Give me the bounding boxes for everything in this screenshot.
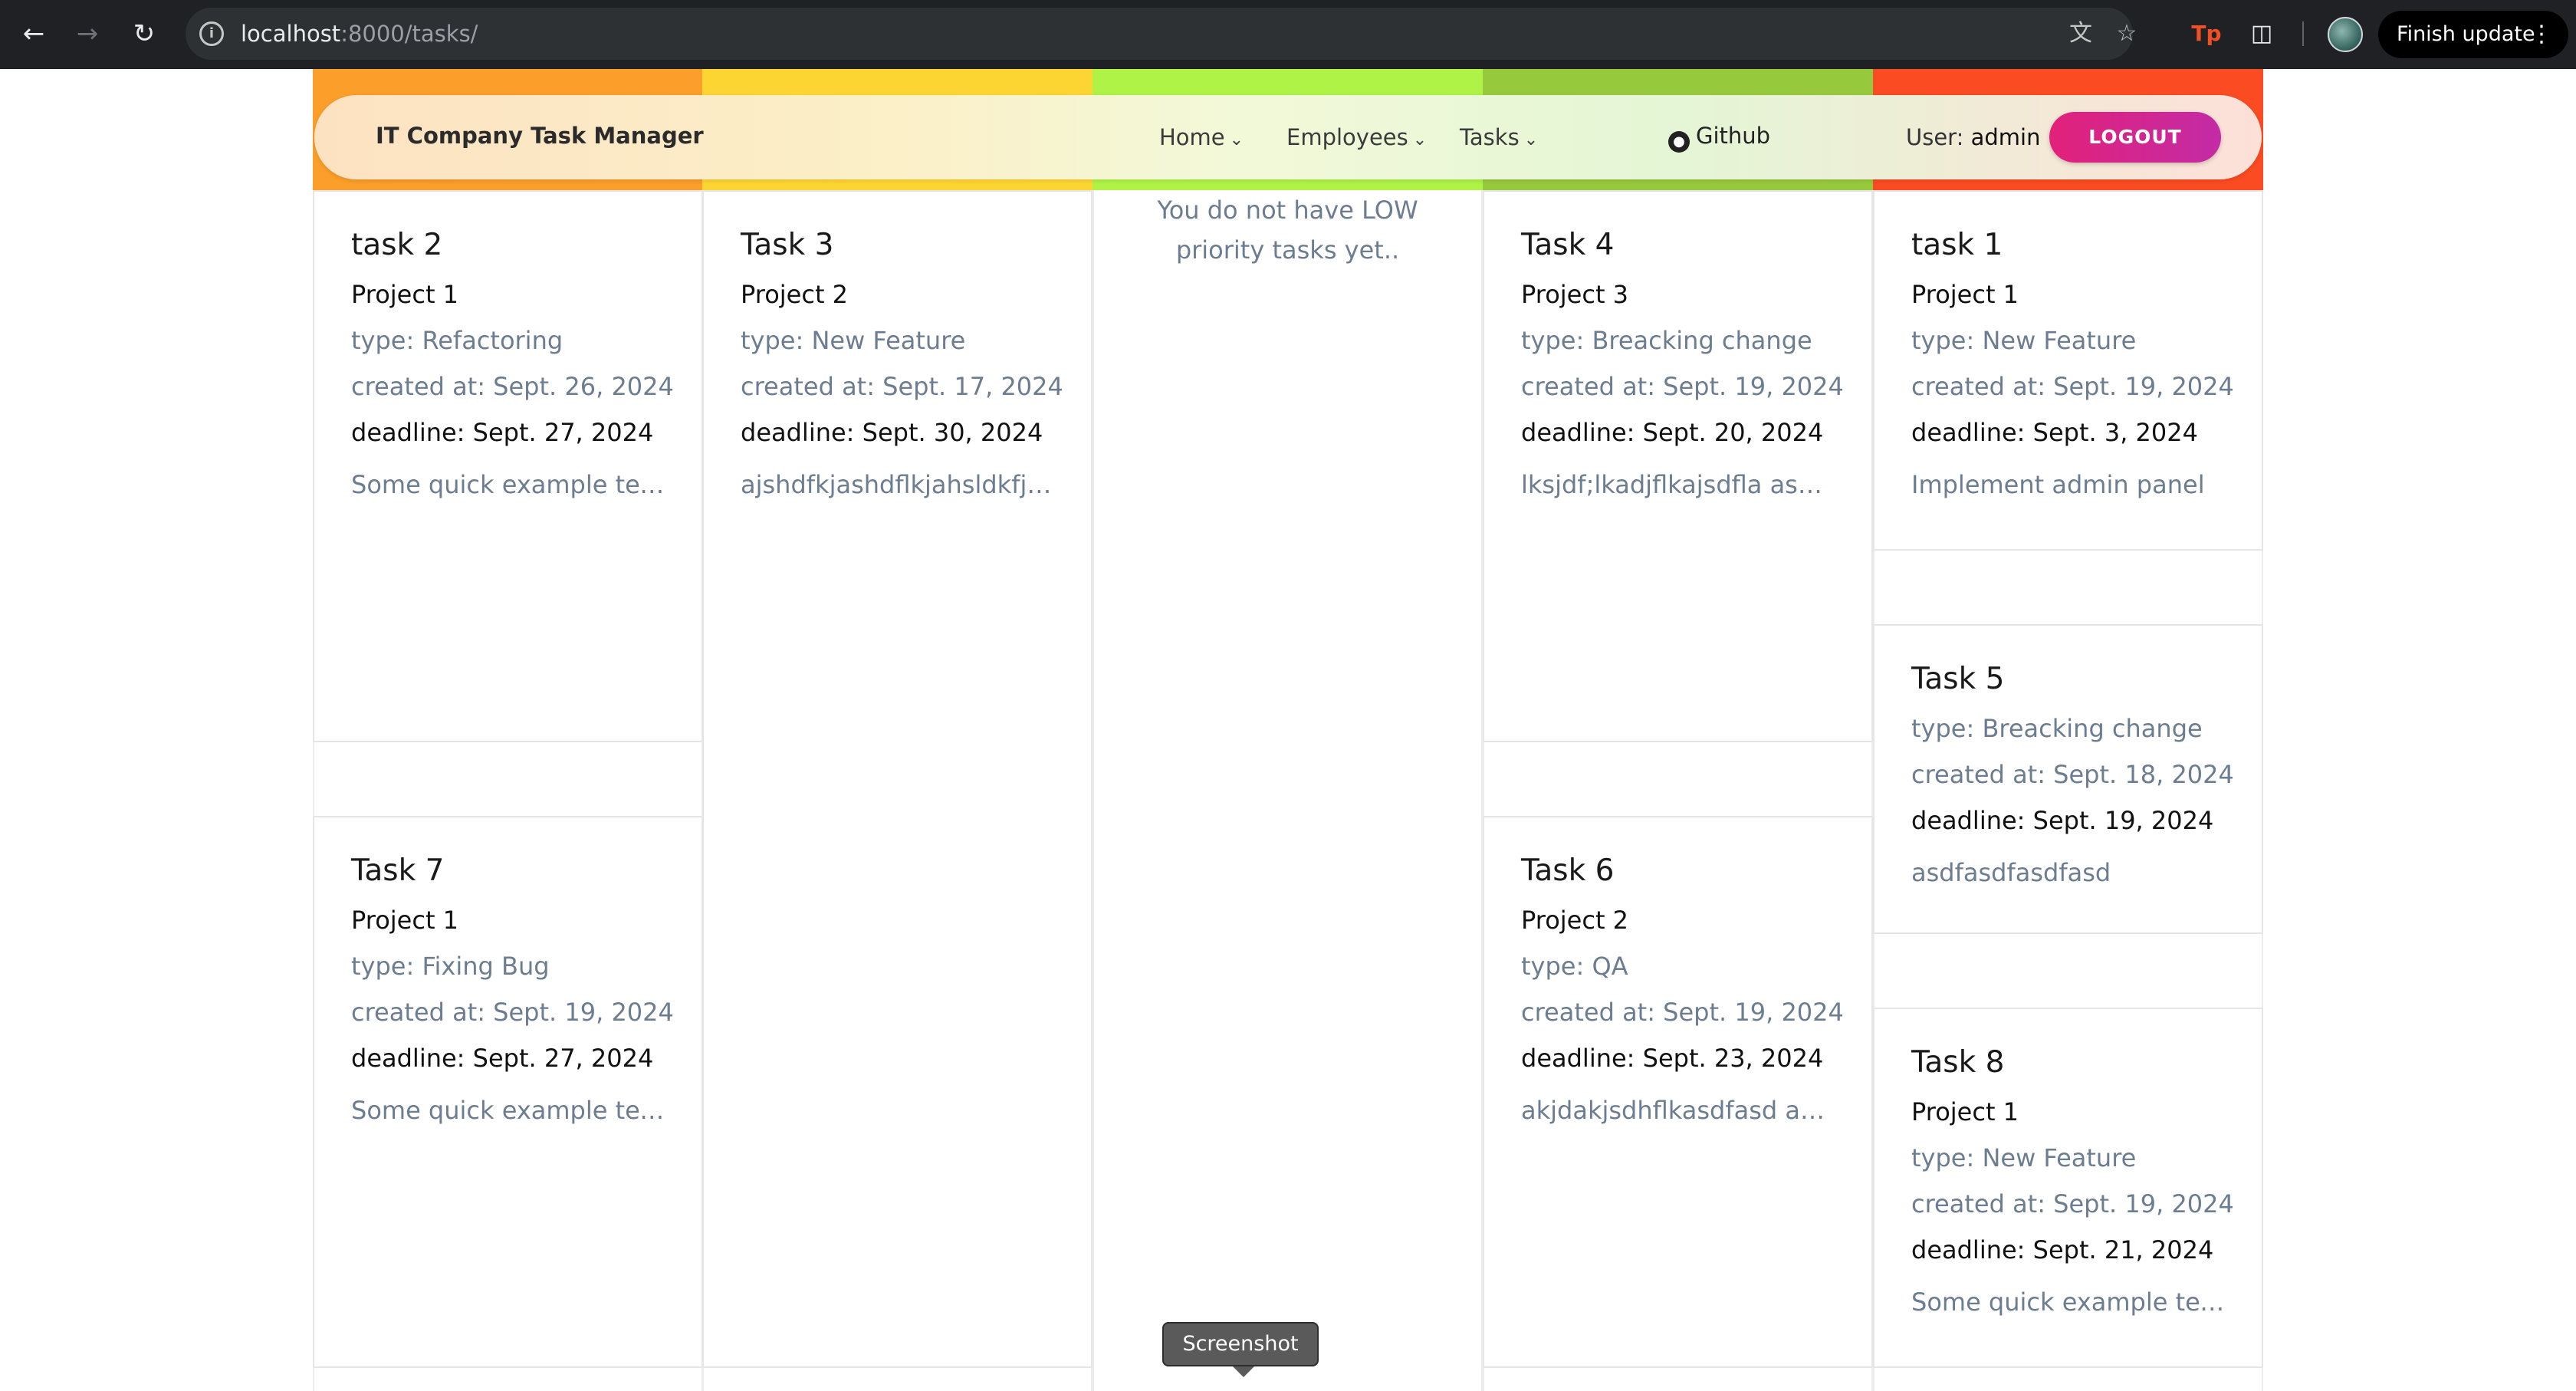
task-project: Project 1 (351, 280, 459, 309)
top-navbar: IT Company Task Manager Home ⌄ Employees ⌄… (314, 95, 2262, 179)
task-title[interactable]: Task 5 (1911, 659, 2225, 699)
task-deadline: deadline: Sept. 27, 2024 (351, 1044, 654, 1073)
nav-home[interactable]: Home ⌄ (1159, 124, 1244, 150)
profile-avatar[interactable] (2328, 17, 2363, 52)
task-created: created at: Sept. 19, 2024 (1521, 998, 1844, 1027)
task-description: Some quick example text ... (1911, 1287, 2225, 1317)
forward-icon[interactable]: → (71, 17, 104, 51)
task-card[interactable]: task 1 Project 1 type: New Feature creat… (1873, 190, 2263, 551)
site-info-icon[interactable]: i (199, 21, 224, 46)
task-deadline: deadline: Sept. 27, 2024 (351, 418, 654, 447)
extensions-puzzle-icon[interactable]: ◫ (2245, 17, 2279, 51)
reload-icon[interactable]: ↻ (127, 17, 161, 51)
task-description: Implement admin panel (1911, 470, 2205, 499)
github-label: Github (1696, 123, 1771, 149)
task-created: created at: Sept. 19, 2024 (1911, 372, 2234, 401)
task-created: created at: Sept. 18, 2024 (1911, 760, 2234, 789)
task-title[interactable]: Task 8 (1911, 1043, 2225, 1083)
user-prefix: User: (1906, 124, 1971, 150)
more-options-icon[interactable]: ⋮ (2530, 11, 2553, 58)
column-3 (1092, 190, 1483, 1391)
task-deadline: deadline: Sept. 30, 2024 (741, 418, 1043, 447)
github-icon: ● (1668, 131, 1690, 153)
task-created: created at: Sept. 19, 2024 (1911, 1189, 2234, 1218)
github-link[interactable]: ● Github (1668, 123, 1770, 153)
task-board: IT Company Task Manager Home ⌄ Employees ⌄… (313, 69, 2263, 1391)
nav-tasks-label: Tasks (1460, 124, 1520, 150)
task-deadline: deadline: Sept. 3, 2024 (1911, 418, 2198, 447)
task-title[interactable]: task 1 (1911, 225, 2225, 265)
task-deadline: deadline: Sept. 23, 2024 (1521, 1044, 1824, 1073)
task-type: type: New Feature (1911, 1143, 2137, 1172)
task-type: type: New Feature (741, 326, 966, 355)
task-title[interactable]: Task 7 (351, 851, 665, 891)
browser-toolbar: ← → ↻ i localhost:8000/tasks/ 文 ☆ Tp ◫ F… (0, 0, 2576, 69)
task-type: type: Refactoring (351, 326, 564, 355)
task-title[interactable]: task 2 (351, 225, 665, 265)
task-card[interactable]: Task 7 Project 1 type: Fixing Bug create… (313, 816, 703, 1368)
task-card[interactable]: task 2 Project 1 type: Refactoring creat… (313, 190, 703, 742)
toolbar-divider (2302, 21, 2304, 46)
task-description: ajshdfkjashdflkjahsldkfjh... (741, 470, 1054, 499)
task-project: Project 1 (351, 906, 459, 935)
task-description: Some quick example text ... (351, 470, 665, 499)
task-card[interactable]: Task 8 Project 1 type: New Feature creat… (1873, 1008, 2263, 1368)
username: admin (1970, 124, 2041, 150)
task-project: Project 3 (1521, 280, 1629, 309)
nav-employees-label: Employees (1286, 124, 1408, 150)
task-project: Project 1 (1911, 1097, 2019, 1126)
nav-tasks[interactable]: Tasks ⌄ (1460, 124, 1538, 150)
translate-icon[interactable]: 文 (2065, 18, 2096, 49)
task-card[interactable]: Task 4 Project 3 type: Breacking change … (1483, 190, 1873, 742)
empty-low-priority-message: You do not have LOW priority tasks yet.. (1157, 196, 1418, 265)
url-path: :8000/tasks/ (340, 21, 478, 47)
task-card[interactable]: Task 6 Project 2 type: QA created at: Se… (1483, 816, 1873, 1368)
task-created: created at: Sept. 26, 2024 (351, 372, 674, 401)
address-bar[interactable]: i localhost:8000/tasks/ 文 ☆ (186, 8, 2137, 60)
current-user: User: admin (1906, 124, 2040, 150)
task-card[interactable]: Task 5 type: Breacking change created at… (1873, 624, 2263, 934)
task-created: created at: Sept. 19, 2024 (1521, 372, 1844, 401)
chevron-down-icon: ⌄ (1523, 130, 1539, 150)
brand-link[interactable]: IT Company Task Manager (376, 123, 704, 149)
logout-button[interactable]: LOGOUT (2049, 112, 2221, 163)
task-title[interactable]: Task 3 (741, 225, 1054, 265)
task-title[interactable]: Task 4 (1521, 225, 1835, 265)
task-project: Project 2 (1521, 906, 1629, 935)
nav-home-label: Home (1159, 124, 1225, 150)
back-icon[interactable]: ← (17, 17, 51, 51)
chevron-down-icon: ⌄ (1229, 130, 1244, 150)
tp-extension-icon[interactable]: Tp (2190, 17, 2223, 51)
task-created: created at: Sept. 17, 2024 (741, 372, 1063, 401)
finish-update-button[interactable]: Finish update ⋮ (2378, 11, 2568, 58)
url-host: localhost (241, 21, 341, 47)
task-description: asdfasdfasdfasd (1911, 858, 2111, 887)
task-deadline: deadline: Sept. 20, 2024 (1521, 418, 1824, 447)
task-project: Project 2 (741, 280, 849, 309)
task-description: lksjdf;lkadjflkajsdfla asdlk... (1521, 470, 1835, 499)
nav-employees[interactable]: Employees ⌄ (1286, 124, 1427, 150)
task-type: type: QA (1521, 952, 1628, 981)
task-description: Some quick example text ... (351, 1096, 665, 1125)
task-card[interactable]: Task 3 Project 2 type: New Feature creat… (702, 190, 1092, 1368)
url-text[interactable]: localhost:8000/tasks/ (241, 20, 478, 48)
screenshot-tooltip: Screenshot (1162, 1322, 1319, 1377)
chevron-down-icon: ⌄ (1412, 130, 1428, 150)
task-description: akjdakjsdhflkasdfasd as d... (1521, 1096, 1835, 1125)
task-deadline: deadline: Sept. 21, 2024 (1911, 1235, 2214, 1264)
task-deadline: deadline: Sept. 19, 2024 (1911, 806, 2214, 835)
task-type: type: Fixing Bug (351, 952, 550, 981)
page: IT Company Task Manager Home ⌄ Employees ⌄… (0, 69, 2576, 1391)
task-type: type: New Feature (1911, 326, 2137, 355)
finish-update-label: Finish update (2397, 22, 2535, 46)
task-type: type: Breacking change (1521, 326, 1812, 355)
task-title[interactable]: Task 6 (1521, 851, 1835, 891)
bookmark-star-icon[interactable]: ☆ (2111, 18, 2142, 49)
task-created: created at: Sept. 19, 2024 (351, 998, 674, 1027)
task-project: Project 1 (1911, 280, 2019, 309)
task-type: type: Breacking change (1911, 714, 2203, 743)
